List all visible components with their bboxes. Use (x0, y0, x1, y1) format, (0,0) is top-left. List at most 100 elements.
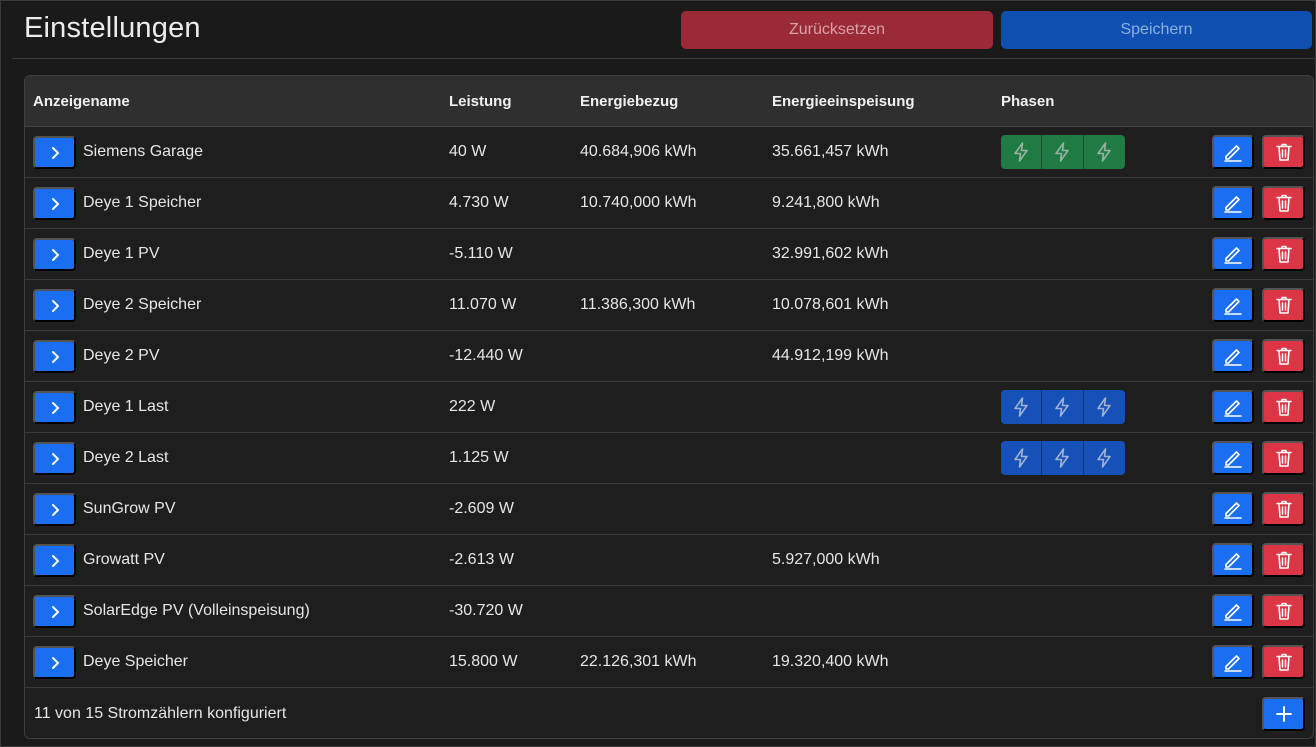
meter-name: SolarEdge PV (Volleinspeisung) (83, 602, 310, 619)
meter-name: Deye Speicher (83, 653, 188, 670)
edit-meter-button[interactable] (1212, 543, 1254, 577)
phase-l3-toggle[interactable] (1084, 441, 1125, 475)
phase-l3-toggle[interactable] (1084, 390, 1125, 424)
save-button[interactable]: Speichern (1001, 11, 1312, 49)
expand-row-button[interactable] (33, 493, 76, 526)
expand-row-button[interactable] (33, 289, 76, 322)
edit-meter-button[interactable] (1212, 288, 1254, 322)
pencil-icon (1224, 604, 1242, 621)
delete-meter-button[interactable] (1262, 645, 1305, 679)
table-row: Deye 1 Speicher 4.730 W 10.740,000 kWh 9… (25, 178, 1313, 229)
meter-power: -2.613 W (449, 551, 514, 568)
column-header-export: Energieeinspeisung (772, 93, 915, 110)
expand-row-button[interactable] (33, 340, 76, 373)
table-footer: 11 von 15 Stromzählern konfiguriert (25, 688, 1313, 738)
phase-l1-toggle[interactable] (1001, 390, 1043, 424)
edit-meter-button[interactable] (1212, 492, 1254, 526)
phase-l1-toggle[interactable] (1001, 135, 1043, 169)
edit-meter-button[interactable] (1212, 645, 1254, 679)
meter-power: 11.070 W (449, 296, 517, 313)
trash-icon (1275, 653, 1292, 671)
column-header-name: Anzeigename (33, 93, 130, 110)
expand-row-button[interactable] (33, 442, 76, 475)
trash-icon (1275, 602, 1292, 620)
delete-meter-button[interactable] (1262, 390, 1305, 424)
delete-meter-button[interactable] (1262, 492, 1305, 526)
meter-name: Deye 2 Last (83, 449, 169, 466)
meter-name: Siemens Garage (83, 143, 204, 160)
delete-meter-button[interactable] (1262, 135, 1305, 169)
expand-row-button[interactable] (33, 238, 76, 271)
edit-meter-button[interactable] (1212, 441, 1254, 475)
lightning-icon (1014, 448, 1028, 468)
chevron-right-icon (51, 554, 59, 567)
meter-energy-import: 40.684,906 kWh (580, 143, 697, 160)
chevron-right-icon (51, 401, 59, 414)
meter-power: 40 W (449, 143, 487, 160)
pencil-icon (1224, 196, 1242, 213)
trash-icon (1275, 347, 1292, 365)
pencil-icon (1224, 553, 1242, 570)
delete-meter-button[interactable] (1262, 441, 1305, 475)
edit-meter-button[interactable] (1212, 237, 1254, 271)
delete-meter-button[interactable] (1262, 186, 1305, 220)
expand-row-button[interactable] (33, 544, 76, 577)
pencil-icon (1224, 298, 1242, 315)
pencil-icon (1224, 451, 1242, 468)
meter-name: Deye 1 PV (83, 245, 160, 262)
table-row: SolarEdge PV (Volleinspeisung) -30.720 W (25, 586, 1313, 637)
trash-icon (1275, 398, 1292, 416)
expand-row-button[interactable] (33, 391, 76, 424)
delete-meter-button[interactable] (1262, 288, 1305, 322)
meter-power: 4.730 W (449, 194, 509, 211)
column-header-import: Energiebezug (580, 93, 679, 110)
edit-meter-button[interactable] (1212, 339, 1254, 373)
edit-meter-button[interactable] (1212, 390, 1254, 424)
meter-name: Deye 1 Last (83, 398, 169, 415)
expand-row-button[interactable] (33, 646, 76, 679)
phase-l2-toggle[interactable] (1042, 390, 1084, 424)
chevron-right-icon (51, 299, 59, 312)
lightning-icon (1097, 142, 1112, 162)
trash-icon (1275, 296, 1292, 314)
phase-selector (1001, 135, 1125, 169)
expand-row-button[interactable] (33, 595, 76, 628)
phase-l2-toggle[interactable] (1042, 441, 1084, 475)
trash-icon (1275, 245, 1292, 263)
lightning-icon (1097, 448, 1112, 468)
add-meter-button[interactable] (1262, 697, 1305, 731)
edit-meter-button[interactable] (1212, 594, 1254, 628)
meter-power: 15.800 W (449, 653, 518, 670)
meter-energy-export: 5.927,000 kWh (772, 551, 880, 568)
chevron-right-icon (51, 197, 59, 210)
phase-l2-toggle[interactable] (1042, 135, 1084, 169)
delete-meter-button[interactable] (1262, 237, 1305, 271)
delete-meter-button[interactable] (1262, 339, 1305, 373)
table-row: Deye 2 Speicher 11.070 W 11.386,300 kWh … (25, 280, 1313, 331)
phase-l3-toggle[interactable] (1084, 135, 1125, 169)
expand-row-button[interactable] (33, 136, 76, 169)
phase-selector (1001, 441, 1125, 475)
trash-icon (1275, 194, 1292, 212)
pencil-icon (1224, 655, 1242, 672)
edit-meter-button[interactable] (1212, 186, 1254, 220)
pencil-icon (1224, 247, 1242, 264)
trash-icon (1275, 449, 1292, 467)
delete-meter-button[interactable] (1262, 594, 1305, 628)
table-row: Deye Speicher 15.800 W 22.126,301 kWh 19… (25, 637, 1313, 688)
meter-energy-import: 10.740,000 kWh (580, 194, 697, 211)
meter-name: SunGrow PV (83, 500, 176, 517)
meter-name: Deye 2 PV (83, 347, 160, 364)
table-row: SunGrow PV -2.609 W (25, 484, 1313, 535)
edit-meter-button[interactable] (1212, 135, 1254, 169)
table-row: Growatt PV -2.613 W 5.927,000 kWh (25, 535, 1313, 586)
chevron-right-icon (51, 452, 59, 465)
reset-button[interactable]: Zurücksetzen (681, 11, 993, 49)
table-row: Deye 2 Last 1.125 W (25, 433, 1313, 484)
expand-row-button[interactable] (33, 187, 76, 220)
phase-l1-toggle[interactable] (1001, 441, 1043, 475)
pencil-icon (1224, 349, 1242, 366)
meter-energy-export: 9.241,800 kWh (772, 194, 880, 211)
delete-meter-button[interactable] (1262, 543, 1305, 577)
table-row: Deye 1 PV -5.110 W 32.991,602 kWh (25, 229, 1313, 280)
